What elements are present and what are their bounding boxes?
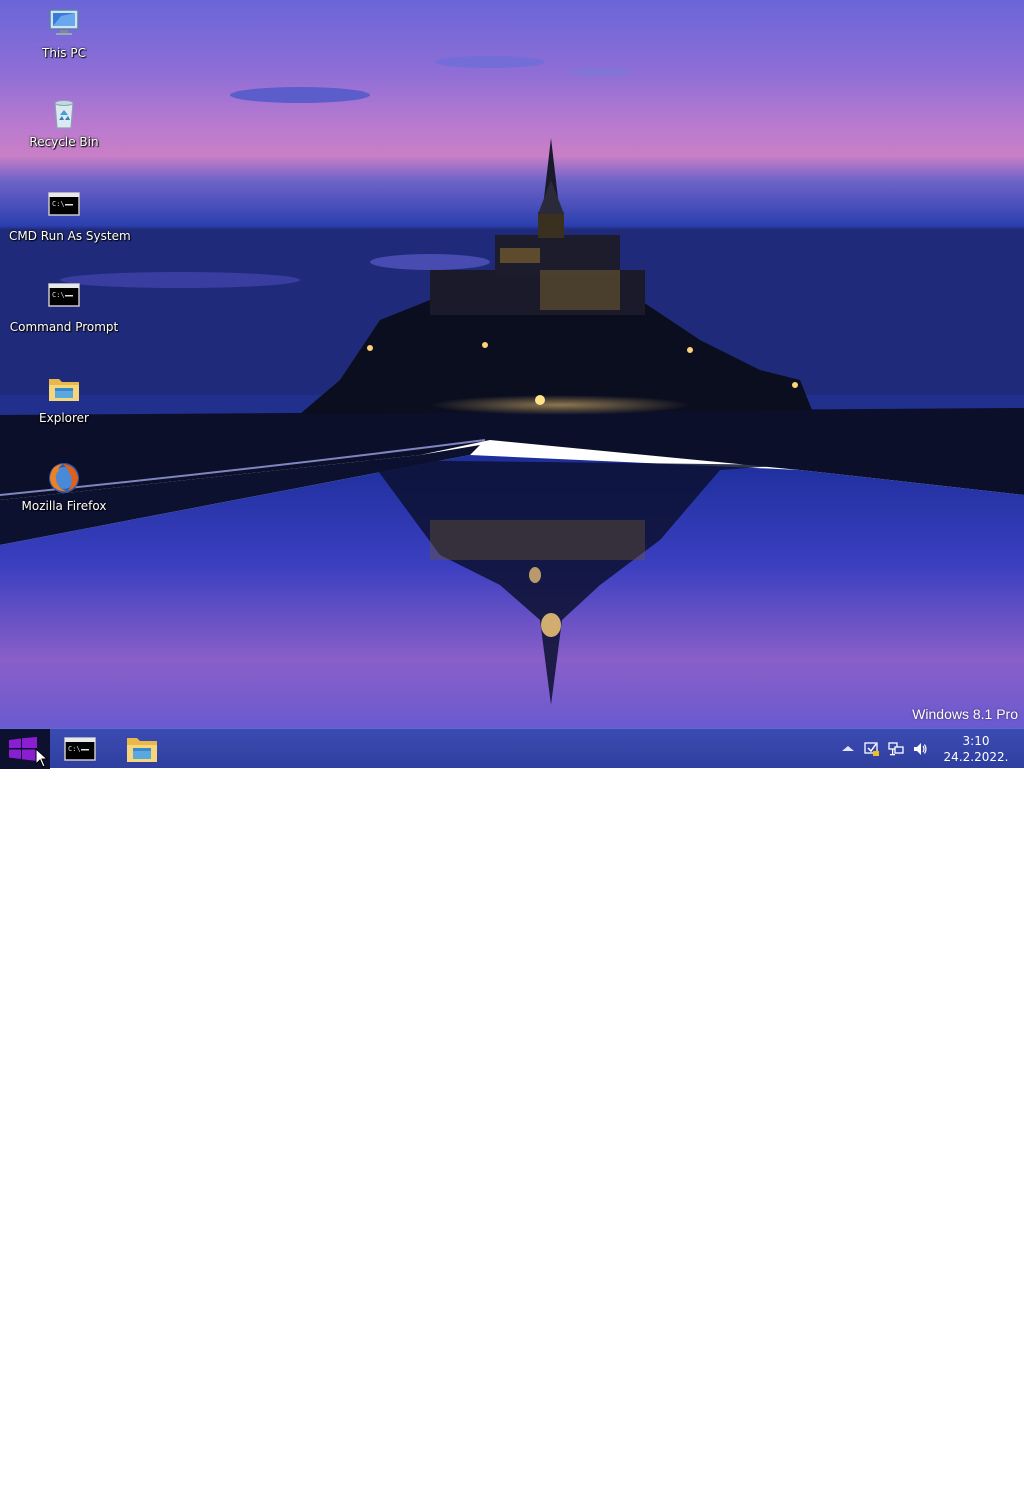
this-pc-icon [47, 8, 81, 42]
folder-icon [127, 738, 157, 762]
desktop-icon-this-pc[interactable]: This PC [9, 8, 119, 60]
volume-icon[interactable] [912, 741, 928, 757]
taskbar-command-prompt[interactable]: C:\ [58, 731, 102, 767]
folder-icon [47, 373, 81, 407]
firefox-icon [47, 461, 81, 495]
svg-text:C:\: C:\ [68, 745, 81, 753]
desktop-icon-label: Command Prompt [9, 320, 119, 334]
system-tray: 3:10 24.2.2022. [804, 729, 1024, 769]
svg-text:C:\: C:\ [52, 291, 65, 299]
desktop[interactable]: This PC Recycle Bin C:\ CMD Run As Syste… [0, 0, 1024, 728]
clock-time: 3:10 [962, 734, 990, 748]
desktop-icon-label: This PC [42, 46, 86, 60]
action-center-icon[interactable] [864, 741, 880, 757]
desktop-icon-label: Mozilla Firefox [21, 499, 107, 513]
wallpaper [0, 0, 1024, 728]
taskbar[interactable]: C:\ 3:10 24.2.2022. [0, 728, 1024, 1497]
svg-text:C:\: C:\ [52, 200, 65, 208]
desktop-icon-recycle-bin[interactable]: Recycle Bin [9, 97, 119, 149]
windows-edition-watermark: Windows 8.1 Pro [912, 706, 1018, 722]
desktop-icon-explorer[interactable]: Explorer [9, 373, 119, 425]
clock-date: 24.2.2022. [943, 750, 1009, 764]
desktop-icon-cmd-run-as-system[interactable]: C:\ CMD Run As System [9, 191, 131, 243]
desktop-icon-command-prompt[interactable]: C:\ Command Prompt [9, 282, 119, 334]
desktop-icon-label: Explorer [39, 411, 89, 425]
network-icon[interactable] [888, 741, 904, 757]
cmd-icon: C:\ [47, 191, 81, 225]
show-hidden-icons-icon[interactable] [840, 741, 856, 757]
desktop-icon-mozilla-firefox[interactable]: Mozilla Firefox [9, 461, 119, 513]
mouse-cursor-icon [35, 748, 49, 768]
desktop-icon-label: Recycle Bin [29, 135, 99, 149]
command-prompt-icon: C:\ [47, 282, 81, 316]
cmd-icon: C:\ [64, 737, 96, 761]
recycle-bin-icon [47, 97, 81, 131]
taskbar-clock[interactable]: 3:10 24.2.2022. [936, 733, 1016, 765]
desktop-icon-label: CMD Run As System [9, 229, 131, 243]
taskbar-file-explorer[interactable] [120, 731, 164, 767]
